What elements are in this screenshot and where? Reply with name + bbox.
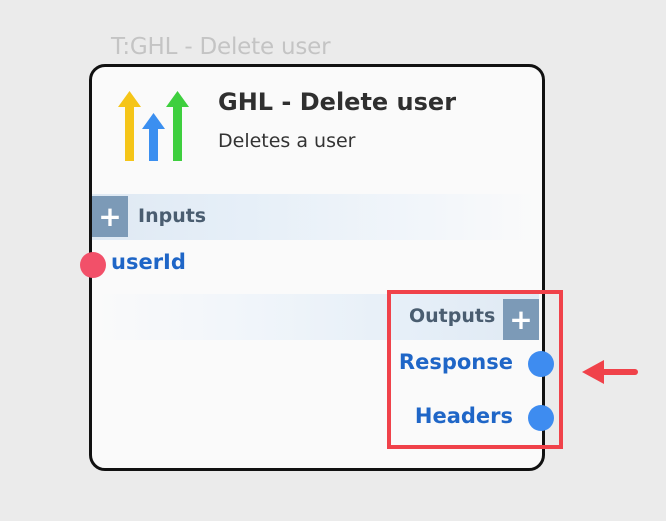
arrow-left-icon (582, 360, 638, 384)
node-description: Deletes a user (218, 130, 356, 152)
node-title: GHL - Delete user (218, 88, 457, 116)
inputs-section-label: Inputs (138, 205, 207, 227)
add-input-button[interactable]: + (92, 196, 128, 237)
input-label-userid: userId (111, 250, 186, 274)
highlight-box (387, 290, 563, 449)
node-caption: T:GHL - Delete user (111, 34, 331, 60)
ghl-logo-icon (118, 91, 189, 161)
input-port-userid[interactable] (80, 252, 106, 278)
